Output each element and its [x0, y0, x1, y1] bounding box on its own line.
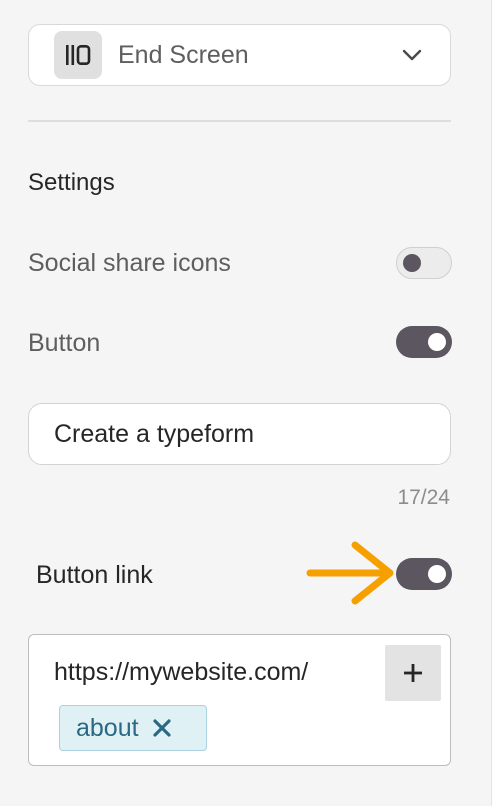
character-counter: 17/24 [397, 486, 450, 509]
tag-remove-button[interactable] [152, 719, 171, 737]
section-divider [28, 120, 451, 122]
button-link-field[interactable]: https://mywebsite.com/ about [28, 634, 451, 766]
button-label: Button [28, 329, 101, 357]
social-share-label: Social share icons [28, 249, 231, 277]
toggle-knob [403, 254, 421, 272]
add-link-button[interactable] [385, 645, 441, 701]
chevron-down-icon [402, 49, 422, 61]
button-text-input[interactable]: Create a typeform [28, 403, 451, 465]
link-tag: about [59, 705, 207, 751]
toggle-knob [428, 565, 446, 583]
social-share-toggle[interactable] [396, 247, 452, 279]
link-url-text[interactable]: https://mywebsite.com/ [54, 655, 308, 689]
settings-heading: Settings [28, 169, 115, 196]
plus-icon [404, 664, 422, 682]
screen-type-label: End Screen [118, 40, 249, 69]
button-toggle[interactable] [396, 326, 452, 358]
toggle-knob [428, 333, 446, 351]
tag-label: about [76, 713, 139, 742]
screen-type-dropdown[interactable]: End Screen [28, 24, 451, 86]
close-icon [152, 719, 171, 737]
button-link-label: Button link [36, 561, 153, 589]
button-link-toggle[interactable] [396, 558, 452, 590]
arrow-annotation-icon [306, 540, 398, 611]
end-screen-icon [54, 31, 102, 79]
